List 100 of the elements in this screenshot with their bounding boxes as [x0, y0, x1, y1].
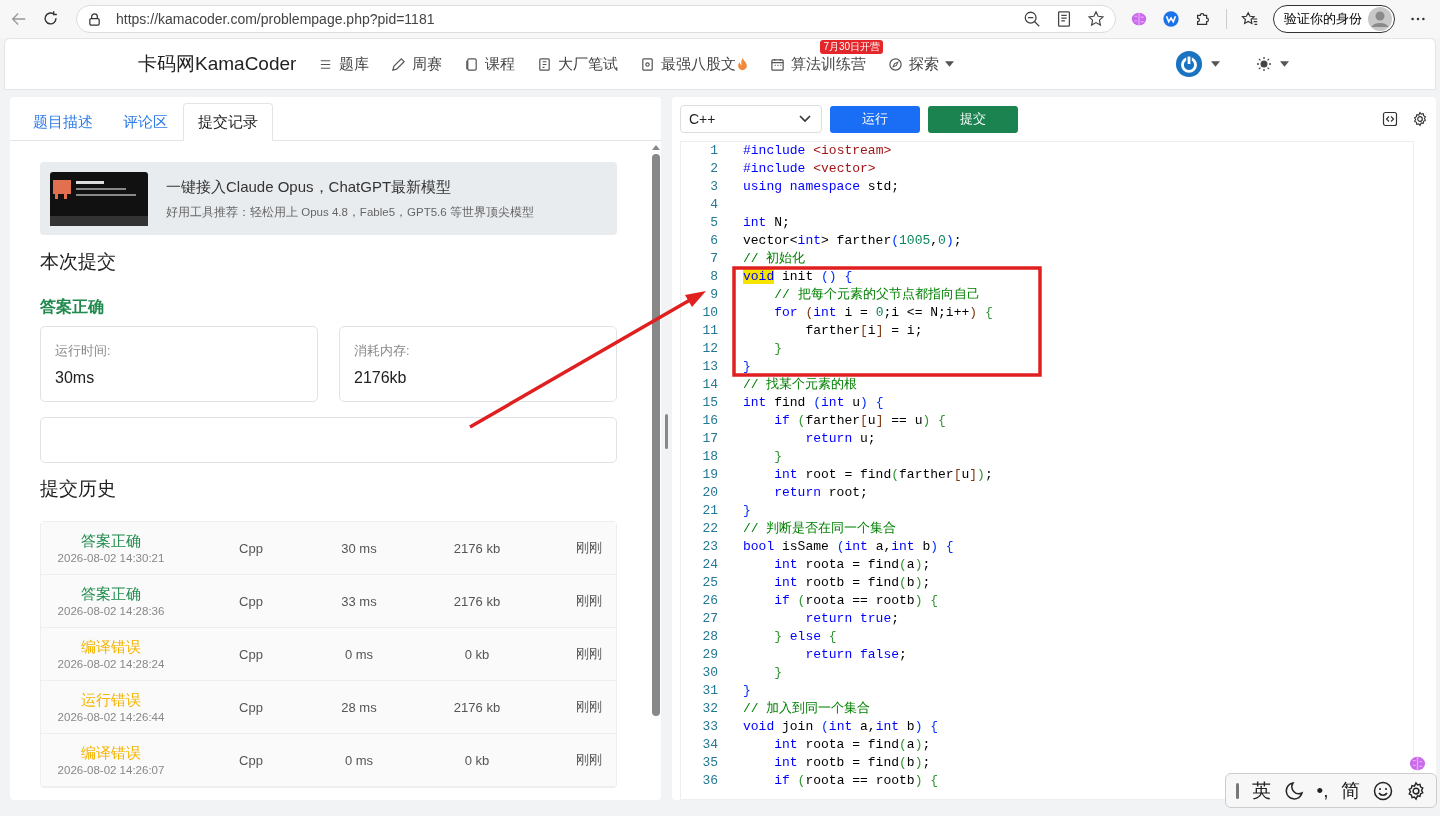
puzzle-icon[interactable] [1194, 10, 1212, 28]
table-cell-text: 2176 kb [452, 593, 502, 609]
code-line: // 初始化 [743, 250, 806, 268]
caret-icon [945, 61, 955, 67]
code-line: int N; [743, 214, 790, 232]
line-number: 7 [709, 250, 718, 268]
line-number: 12 [701, 340, 718, 358]
nav-link[interactable]: 课程 [464, 54, 516, 74]
chevron-down-icon [799, 115, 811, 123]
line-number: 32 [701, 700, 718, 718]
table-cell-text: 30 ms [340, 540, 378, 556]
line-number: 29 [701, 646, 718, 664]
nav-link[interactable]: 算法训练营 [770, 54, 867, 74]
run-button[interactable]: 运行 [830, 105, 920, 133]
ime-button[interactable]: 英 [1252, 777, 1272, 804]
line-number: 30 [701, 664, 718, 682]
smiley-icon[interactable] [1372, 780, 1393, 801]
nav-link[interactable]: 最强八股文 [640, 54, 749, 74]
brain-icon[interactable] [1408, 754, 1427, 773]
table-cell-text: 刚刚 [575, 645, 603, 663]
code-line: } [773, 448, 782, 466]
nav-link[interactable]: 题库 [318, 54, 370, 74]
line-number: 25 [701, 574, 718, 592]
avatar-icon [1368, 7, 1392, 31]
code-line: return u; [804, 430, 876, 448]
table-cell-text: 2176 kb [452, 699, 502, 715]
badge: 7月30日开营 [820, 39, 884, 54]
extension-icon[interactable] [1162, 10, 1180, 28]
line-number: 9 [709, 286, 718, 304]
code-line: int find (int u) { [743, 394, 884, 412]
reader-icon[interactable] [1055, 10, 1073, 28]
ime-button[interactable]: •, [1316, 779, 1329, 802]
code-line: #include <vector> [743, 160, 876, 178]
code-line: return true; [804, 610, 900, 628]
settings-icon[interactable] [1412, 111, 1428, 127]
language-select[interactable]: C++ [680, 105, 822, 133]
history-row[interactable]: 编译错误 2026-08-02 14:26:07 Cpp 0 ms 0 kb 刚刚 [41, 734, 616, 787]
line-number: 20 [701, 484, 718, 502]
code-line: } [773, 664, 782, 682]
line-number: 33 [701, 718, 718, 736]
code-line: int rootb = find(b); [773, 754, 931, 772]
submit-time: 2026-08-02 14:28:24 [57, 658, 165, 670]
code-icon[interactable] [1382, 111, 1398, 127]
favorites-icon[interactable] [1241, 10, 1259, 28]
tab[interactable]: 评论区 [108, 103, 183, 141]
star-icon[interactable] [1087, 10, 1105, 28]
nav-link[interactable]: 探索 [888, 54, 955, 74]
history-row[interactable]: 编译错误 2026-08-02 14:28:24 Cpp 0 ms 0 kb 刚刚 [41, 628, 616, 681]
status-text: 编译错误 [81, 638, 141, 657]
stat-label: 运行时间: [55, 343, 112, 360]
history-row[interactable]: 答案正确 2026-08-02 14:30:21 Cpp 30 ms 2176 kb 刚刚 [41, 522, 616, 575]
line-number: 21 [701, 502, 718, 520]
table-cell-text: 0 ms [343, 646, 375, 662]
tab[interactable]: 题目描述 [18, 103, 108, 141]
address-bar[interactable]: https://kamacoder.com/problempage.php?pid=1181 [76, 5, 1116, 33]
scroll-up-icon[interactable] [651, 145, 660, 150]
promo-card[interactable]: 一键接入Claude Opus，ChatGPT最新模型 好用工具推荐：轻松用上 Opus 4.8，Fable5，GPT5.6 等世界顶尖模型 [40, 162, 617, 235]
stat-label: 消耗内存: [354, 343, 411, 360]
line-number: 16 [701, 412, 718, 430]
history-row[interactable]: 运行错误 2026-08-02 14:26:44 Cpp 28 ms 2176 kb 刚刚 [41, 681, 616, 734]
table-cell-text: Cpp [238, 699, 264, 715]
code-line: } else { [773, 628, 837, 646]
line-number: 24 [701, 556, 718, 574]
section-heading: 本次提交 [40, 250, 117, 274]
zoom-out-icon[interactable] [1023, 10, 1041, 28]
code-line: farther[i] = i; [804, 322, 923, 340]
nav-link[interactable]: 周赛 [391, 54, 443, 74]
scrollbar[interactable] [650, 145, 661, 716]
line-number: 15 [701, 394, 718, 412]
line-number: 5 [709, 214, 718, 232]
line-number: 8 [709, 268, 718, 286]
line-number: 19 [701, 466, 718, 484]
power-logo-icon [1175, 50, 1203, 78]
resize-handle[interactable] [665, 413, 668, 449]
brain-icon[interactable] [1130, 10, 1148, 28]
copy-icon [464, 56, 480, 72]
code-line: using namespace std; [743, 178, 900, 196]
code-line: #include <iostream> [743, 142, 892, 160]
profile-button[interactable]: 验证你的身份 [1273, 5, 1395, 33]
site-logo-text[interactable]: 卡码网KamaCoder [138, 51, 297, 77]
moon-icon[interactable] [1283, 780, 1304, 801]
code-line: // 找某个元素的根 [743, 376, 858, 394]
line-number: 13 [701, 358, 718, 376]
caret-icon [1211, 61, 1220, 67]
code-line: vector<int> farther(1005,0); [743, 232, 962, 250]
ime-button[interactable]: 简 [1341, 777, 1361, 804]
line-number: 36 [701, 772, 718, 790]
tab[interactable]: 提交记录 [183, 103, 273, 141]
line-number: 18 [701, 448, 718, 466]
submit-time: 2026-08-02 14:26:44 [57, 711, 165, 723]
code-line: } [773, 340, 782, 358]
reload-icon[interactable] [42, 10, 60, 28]
nav-link[interactable]: 大厂笔试 [537, 54, 619, 74]
code-line: // 判断是否在同一个集合 [743, 520, 897, 538]
calendar-icon [770, 56, 786, 72]
history-row[interactable]: 答案正确 2026-08-02 14:28:36 Cpp 33 ms 2176 kb 刚刚 [41, 575, 616, 628]
line-number: 1 [709, 142, 718, 160]
compass-icon [888, 56, 904, 72]
submit-button[interactable]: 提交 [928, 105, 1018, 133]
table-cell-text: 0 ms [343, 752, 375, 768]
